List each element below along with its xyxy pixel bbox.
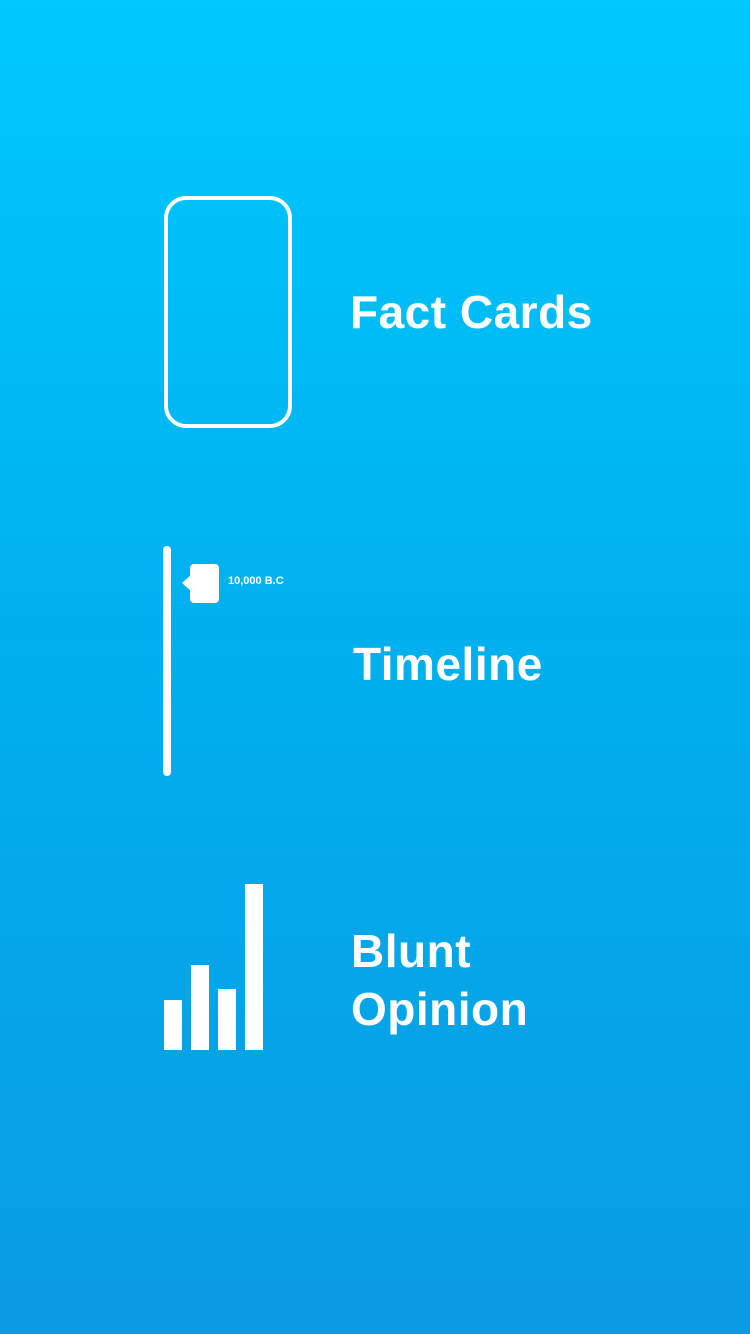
blunt-opinion-label-line-1: Blunt [351, 925, 472, 977]
feature-timeline: 10,000 B.C Timeline [0, 546, 750, 778]
timeline-marker-icon [182, 564, 219, 603]
bar-chart-icon-bar [218, 989, 236, 1050]
card-outline-icon [164, 196, 292, 428]
feature-fact-cards: Fact Cards [0, 196, 750, 428]
feature-overview-screen: Fact Cards 10,000 B.C Timeline Blunt Opi… [0, 0, 750, 1334]
bar-chart-icon-bar [164, 1000, 182, 1050]
timeline-marker-date: 10,000 B.C [228, 575, 284, 587]
timeline-label: Timeline [353, 638, 543, 690]
fact-cards-label: Fact Cards [350, 286, 593, 338]
blunt-opinion-label-line-2: Opinion [351, 983, 529, 1035]
bar-chart-icon [164, 882, 266, 1050]
timeline-line-icon [163, 546, 171, 776]
blunt-opinion-label: Blunt Opinion [351, 922, 528, 1038]
bar-chart-icon-bar [245, 884, 263, 1050]
feature-blunt-opinion: Blunt Opinion [0, 882, 750, 1052]
bar-chart-icon-bar [191, 965, 209, 1050]
